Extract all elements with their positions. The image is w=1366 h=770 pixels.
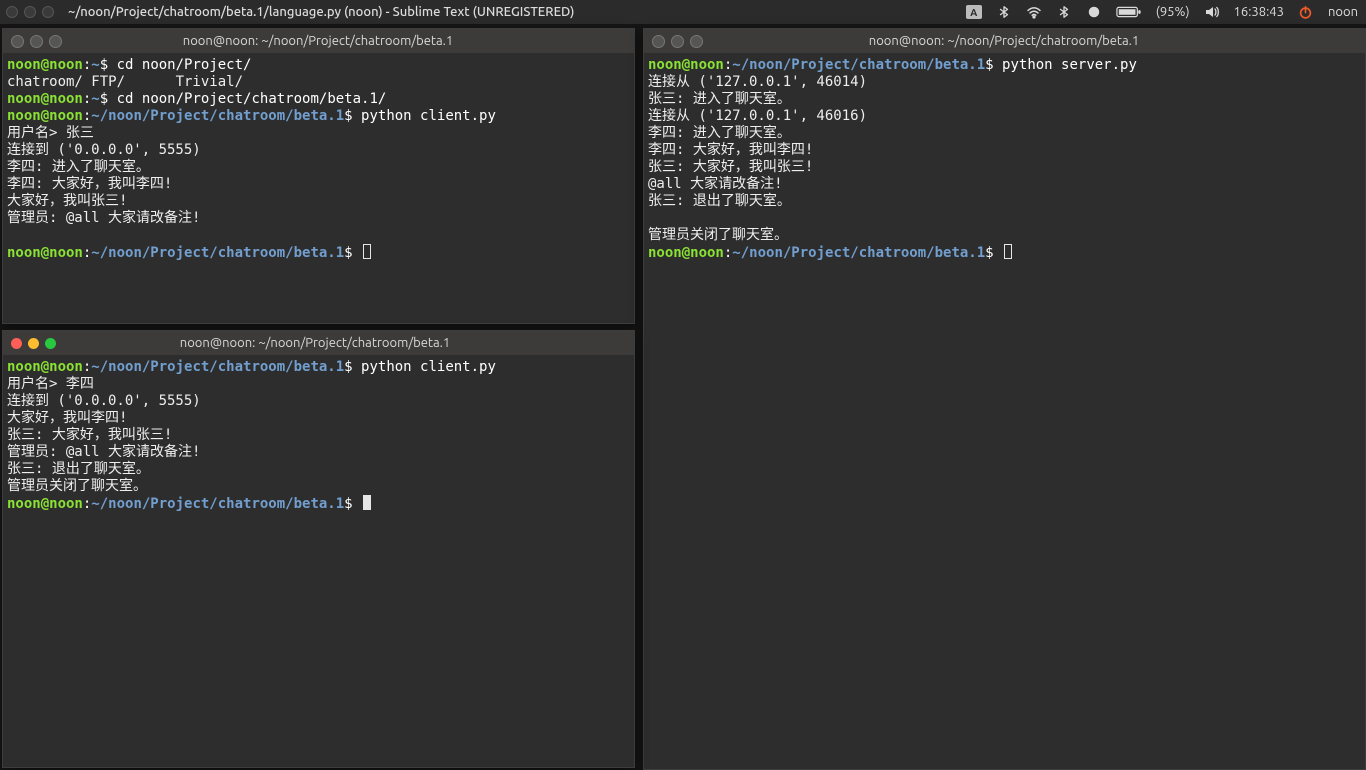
- output-line: 张三: 退出了聊天室。: [648, 193, 791, 209]
- output-line: 李四: 大家好，我叫李四!: [7, 176, 172, 192]
- session-user[interactable]: noon: [1328, 5, 1358, 19]
- output-line: 李四: 进入了聊天室。: [7, 159, 150, 175]
- output-line: @all 大家请改备注!: [648, 176, 783, 192]
- output-line: 管理员关闭了聊天室。: [7, 478, 147, 494]
- prompt-symbol: $: [985, 245, 993, 261]
- prompt-path: ~: [91, 91, 99, 107]
- close-icon[interactable]: [11, 35, 24, 48]
- cmd: cd noon/Project/: [108, 57, 251, 73]
- prompt-user: noon@noon: [7, 245, 83, 261]
- output-line: 用户名> 张三: [7, 125, 94, 141]
- output-line: 李四: 进入了聊天室。: [648, 125, 791, 141]
- prompt-path: ~/noon/Project/chatroom/beta.1: [732, 245, 985, 261]
- top-menubar: ~/noon/Project/chatroom/beta.1/language.…: [0, 0, 1366, 24]
- cmd: python client.py: [353, 108, 496, 124]
- wc-max-icon[interactable]: [42, 6, 54, 18]
- cursor-icon: [1004, 244, 1012, 259]
- prompt-user: noon@noon: [7, 57, 83, 73]
- messages-icon[interactable]: [1086, 4, 1102, 20]
- output-line: 连接到 ('0.0.0.0', 5555): [7, 142, 201, 158]
- minimize-icon[interactable]: [28, 338, 39, 349]
- terminal-titlebar[interactable]: noon@noon: ~/noon/Project/chatroom/beta.…: [3, 331, 634, 355]
- bluetooth-icon[interactable]: [996, 4, 1012, 20]
- cursor-icon: [363, 495, 371, 510]
- output-line: 张三: 进入了聊天室。: [648, 91, 791, 107]
- prompt-path: ~: [91, 57, 99, 73]
- prompt-path: ~/noon/Project/chatroom/beta.1: [732, 57, 985, 73]
- minimize-icon[interactable]: [671, 35, 684, 48]
- window-controls[interactable]: [652, 35, 703, 48]
- terminal-titlebar[interactable]: noon@noon: ~/noon/Project/chatroom/beta.…: [644, 29, 1365, 53]
- prompt-symbol: $: [344, 245, 352, 261]
- terminal-title: noon@noon: ~/noon/Project/chatroom/beta.…: [711, 34, 1297, 48]
- output-line: 连接到 ('0.0.0.0', 5555): [7, 393, 201, 409]
- battery-percent: (95%): [1156, 5, 1190, 19]
- window-controls[interactable]: [11, 35, 62, 48]
- output-line: 管理员关闭了聊天室。: [648, 227, 788, 243]
- output-line: 连接从 ('127.0.0.1', 46014): [648, 74, 867, 90]
- window-controls[interactable]: [11, 338, 56, 349]
- output-line: 用户名> 李四: [7, 376, 94, 392]
- terminal-titlebar[interactable]: noon@noon: ~/noon/Project/chatroom/beta.…: [3, 29, 634, 53]
- terminal-body[interactable]: noon@noon:~/noon/Project/chatroom/beta.1…: [3, 355, 634, 767]
- prompt-symbol: $: [344, 108, 352, 124]
- prompt-symbol: $: [985, 57, 993, 73]
- menubar-right: A (95%) 16:38:43 noon: [966, 4, 1366, 20]
- output-line: 张三: 退出了聊天室。: [7, 461, 150, 477]
- prompt-path: ~/noon/Project/chatroom/beta.1: [91, 245, 344, 261]
- minimize-icon[interactable]: [30, 35, 43, 48]
- power-icon[interactable]: [1298, 4, 1314, 20]
- prompt-user: noon@noon: [7, 91, 83, 107]
- prompt-symbol: $: [100, 57, 108, 73]
- output-line: 连接从 ('127.0.0.1', 46016): [648, 108, 867, 124]
- ime-indicator-icon[interactable]: A: [966, 5, 982, 19]
- terminal-client-zhangsan[interactable]: noon@noon: ~/noon/Project/chatroom/beta.…: [2, 28, 635, 324]
- prompt-user: noon@noon: [648, 245, 724, 261]
- wc-close-icon[interactable]: [6, 6, 18, 18]
- window-controls-sublime[interactable]: [6, 6, 54, 18]
- prompt-path: ~/noon/Project/chatroom/beta.1: [91, 496, 344, 512]
- terminal-title: noon@noon: ~/noon/Project/chatroom/beta.…: [64, 336, 566, 350]
- prompt-user: noon@noon: [7, 496, 83, 512]
- battery-icon[interactable]: [1116, 4, 1142, 20]
- output-line: chatroom/ FTP/ Trivial/: [7, 74, 243, 90]
- output-line: 管理员: @all 大家请改备注!: [7, 210, 200, 226]
- prompt-user: noon@noon: [648, 57, 724, 73]
- terminal-server[interactable]: noon@noon: ~/noon/Project/chatroom/beta.…: [643, 28, 1366, 770]
- terminal-client-lisi[interactable]: noon@noon: ~/noon/Project/chatroom/beta.…: [2, 330, 635, 768]
- output-line: 大家好，我叫张三!: [7, 193, 127, 209]
- maximize-icon[interactable]: [49, 35, 62, 48]
- terminal-body[interactable]: noon@noon:~/noon/Project/chatroom/beta.1…: [644, 53, 1365, 769]
- output-line: 张三: 大家好，我叫张三!: [648, 159, 813, 175]
- bluetooth-alt-icon[interactable]: [1056, 4, 1072, 20]
- output-line: 管理员: @all 大家请改备注!: [7, 444, 200, 460]
- prompt-path: ~/noon/Project/chatroom/beta.1: [91, 359, 344, 375]
- wifi-icon[interactable]: [1026, 4, 1042, 20]
- cursor-icon: [363, 244, 371, 259]
- volume-icon[interactable]: [1204, 4, 1220, 20]
- wc-min-icon[interactable]: [24, 6, 36, 18]
- terminal-body[interactable]: noon@noon:~$ cd noon/Project/ chatroom/ …: [3, 53, 634, 323]
- close-icon[interactable]: [652, 35, 665, 48]
- maximize-icon[interactable]: [45, 338, 56, 349]
- terminal-title: noon@noon: ~/noon/Project/chatroom/beta.…: [70, 34, 566, 48]
- clock[interactable]: 16:38:43: [1234, 5, 1284, 19]
- prompt-symbol: $: [344, 496, 352, 512]
- prompt-user: noon@noon: [7, 108, 83, 124]
- app-title: ~/noon/Project/chatroom/beta.1/language.…: [68, 5, 574, 19]
- output-line: 张三: 大家好，我叫张三!: [7, 427, 172, 443]
- output-line: 李四: 大家好，我叫李四!: [648, 142, 813, 158]
- maximize-icon[interactable]: [690, 35, 703, 48]
- cmd: cd noon/Project/chatroom/beta.1/: [108, 91, 386, 107]
- cmd: python client.py: [353, 359, 496, 375]
- cmd: python server.py: [994, 57, 1137, 73]
- close-icon[interactable]: [11, 338, 22, 349]
- prompt-symbol: $: [100, 91, 108, 107]
- prompt-user: noon@noon: [7, 359, 83, 375]
- prompt-path: ~/noon/Project/chatroom/beta.1: [91, 108, 344, 124]
- menubar-left: ~/noon/Project/chatroom/beta.1/language.…: [0, 5, 574, 19]
- prompt-symbol: $: [344, 359, 352, 375]
- output-line: 大家好，我叫李四!: [7, 410, 127, 426]
